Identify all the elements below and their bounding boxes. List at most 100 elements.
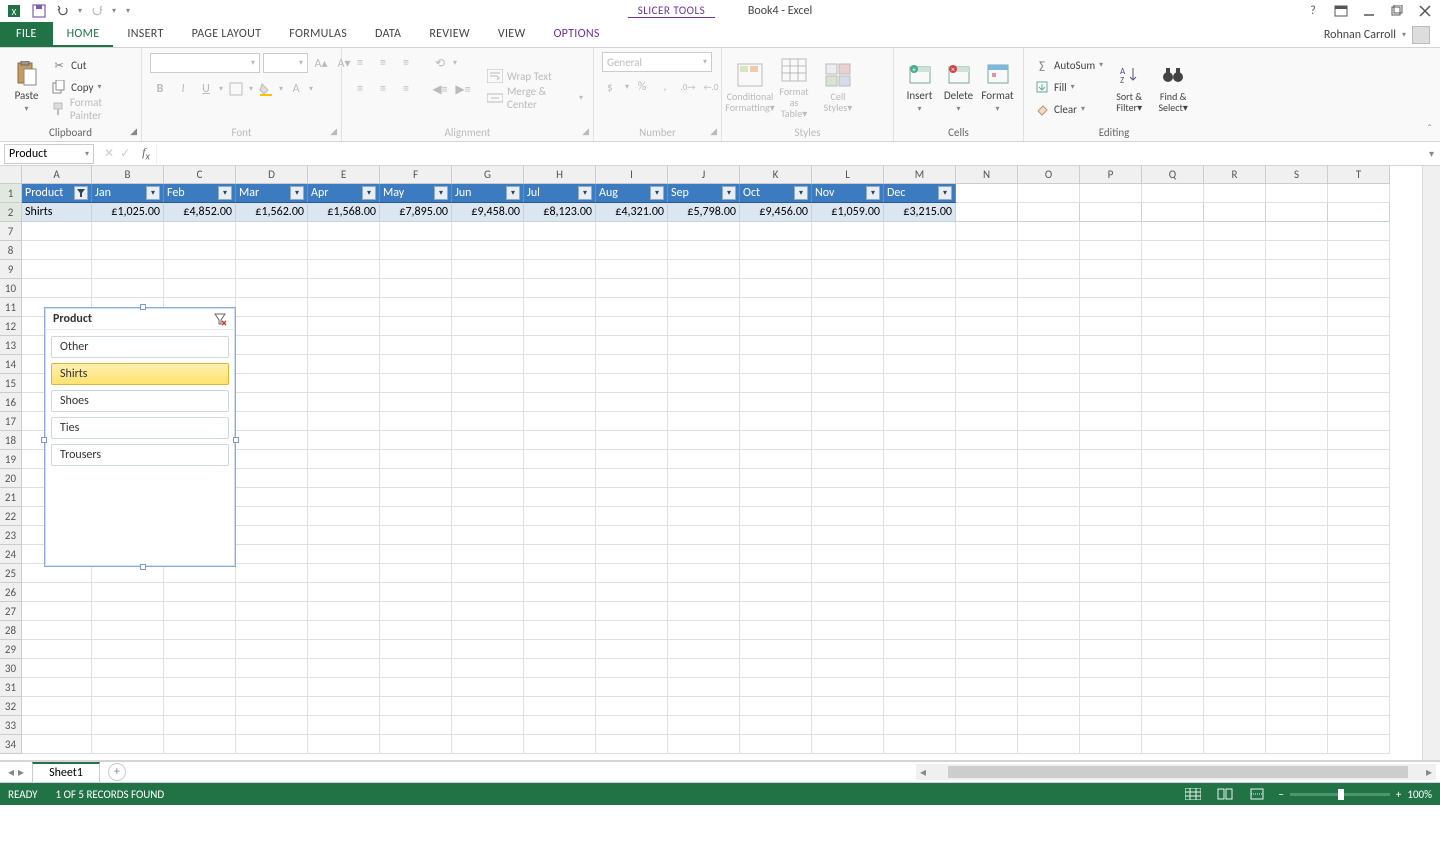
cell[interactable] bbox=[1080, 564, 1142, 583]
cell[interactable] bbox=[1018, 564, 1080, 583]
cell[interactable] bbox=[236, 507, 308, 526]
cell[interactable] bbox=[668, 431, 740, 450]
cell[interactable] bbox=[1018, 659, 1080, 678]
cell[interactable]: £8,123.00 bbox=[524, 203, 596, 222]
help-icon[interactable]: ? bbox=[1304, 2, 1322, 20]
cell[interactable] bbox=[812, 412, 884, 431]
cell[interactable] bbox=[1018, 393, 1080, 412]
cell[interactable] bbox=[1018, 450, 1080, 469]
cell[interactable] bbox=[452, 412, 524, 431]
cell[interactable] bbox=[740, 450, 812, 469]
cell[interactable] bbox=[380, 621, 452, 640]
cell[interactable] bbox=[1142, 507, 1204, 526]
cell[interactable] bbox=[956, 355, 1018, 374]
cell[interactable]: £1,562.00 bbox=[236, 203, 308, 222]
cell[interactable] bbox=[380, 374, 452, 393]
cell[interactable] bbox=[1142, 621, 1204, 640]
cell[interactable] bbox=[524, 583, 596, 602]
cell[interactable] bbox=[596, 602, 668, 621]
expand-formula-icon[interactable]: ▾ bbox=[1429, 147, 1434, 160]
cell[interactable] bbox=[668, 355, 740, 374]
cell[interactable] bbox=[956, 621, 1018, 640]
horizontal-scrollbar[interactable]: ◂▸ bbox=[916, 764, 1436, 780]
cell[interactable] bbox=[1204, 640, 1266, 659]
slicer-item[interactable]: Trousers bbox=[51, 444, 229, 466]
table-header-cell[interactable]: Jun▾ bbox=[452, 184, 524, 203]
cell[interactable] bbox=[452, 697, 524, 716]
row-header[interactable]: 32 bbox=[0, 697, 22, 716]
cell[interactable] bbox=[1328, 393, 1390, 412]
cell[interactable] bbox=[1204, 184, 1266, 203]
cell[interactable] bbox=[596, 678, 668, 697]
wrap-text-button[interactable]: Wrap Text bbox=[485, 66, 585, 86]
cell[interactable] bbox=[524, 222, 596, 241]
cell[interactable] bbox=[740, 317, 812, 336]
cell[interactable] bbox=[308, 545, 380, 564]
cell[interactable] bbox=[956, 412, 1018, 431]
cell[interactable] bbox=[956, 317, 1018, 336]
cell[interactable] bbox=[1328, 412, 1390, 431]
paste-dropdown-icon[interactable]: ▾ bbox=[25, 104, 29, 114]
cell[interactable] bbox=[1204, 583, 1266, 602]
filter-dropdown-icon[interactable]: ▾ bbox=[146, 186, 160, 200]
cell[interactable] bbox=[812, 507, 884, 526]
copy-button[interactable]: Copy▾ bbox=[49, 77, 133, 97]
row-header[interactable]: 25 bbox=[0, 564, 22, 583]
cell[interactable] bbox=[740, 545, 812, 564]
cell[interactable] bbox=[740, 298, 812, 317]
launcher-icon[interactable]: ◢ bbox=[130, 126, 137, 137]
table-header-cell[interactable]: Feb▾ bbox=[164, 184, 236, 203]
cell[interactable] bbox=[1328, 260, 1390, 279]
percent-icon[interactable]: % bbox=[632, 77, 652, 97]
cell[interactable] bbox=[1018, 469, 1080, 488]
cell[interactable] bbox=[1018, 602, 1080, 621]
cell[interactable] bbox=[668, 317, 740, 336]
column-header[interactable]: L bbox=[812, 166, 884, 184]
cell[interactable] bbox=[1142, 678, 1204, 697]
row-header[interactable]: 24 bbox=[0, 545, 22, 564]
cell[interactable] bbox=[884, 450, 956, 469]
cell[interactable] bbox=[380, 526, 452, 545]
cell[interactable] bbox=[1142, 659, 1204, 678]
cell[interactable] bbox=[956, 678, 1018, 697]
cell[interactable] bbox=[740, 526, 812, 545]
cell[interactable] bbox=[308, 469, 380, 488]
format-cells-button[interactable]: Format▾ bbox=[980, 52, 1015, 122]
cell[interactable] bbox=[668, 526, 740, 545]
filter-dropdown-icon[interactable]: ▾ bbox=[650, 186, 664, 200]
cell[interactable] bbox=[812, 279, 884, 298]
cell[interactable] bbox=[452, 336, 524, 355]
sort-filter-button[interactable]: AZSort &Filter▾ bbox=[1109, 52, 1149, 122]
cell[interactable] bbox=[1328, 583, 1390, 602]
slicer-item[interactable]: Ties bbox=[51, 417, 229, 439]
cell[interactable] bbox=[524, 640, 596, 659]
sheet-nav-next-icon[interactable]: ▸ bbox=[18, 765, 24, 780]
cell[interactable] bbox=[596, 735, 668, 754]
tab-options[interactable]: OPTIONS bbox=[539, 22, 613, 47]
cell[interactable] bbox=[884, 716, 956, 735]
cell[interactable] bbox=[308, 488, 380, 507]
cell[interactable] bbox=[884, 697, 956, 716]
cell[interactable] bbox=[812, 659, 884, 678]
cell[interactable] bbox=[308, 298, 380, 317]
cell[interactable] bbox=[740, 488, 812, 507]
cell[interactable] bbox=[1080, 317, 1142, 336]
cell[interactable] bbox=[1266, 279, 1328, 298]
cell[interactable] bbox=[1328, 241, 1390, 260]
cell[interactable] bbox=[524, 602, 596, 621]
cell[interactable] bbox=[308, 659, 380, 678]
column-header[interactable]: N bbox=[956, 166, 1018, 184]
filter-dropdown-icon[interactable]: ▾ bbox=[722, 186, 736, 200]
cell[interactable] bbox=[164, 716, 236, 735]
column-header[interactable]: A bbox=[22, 166, 92, 184]
cell[interactable] bbox=[1204, 735, 1266, 754]
cell[interactable] bbox=[380, 545, 452, 564]
cell[interactable] bbox=[812, 735, 884, 754]
cell[interactable] bbox=[668, 640, 740, 659]
cell[interactable] bbox=[236, 469, 308, 488]
cell[interactable] bbox=[22, 678, 92, 697]
cell[interactable] bbox=[1204, 678, 1266, 697]
cell[interactable] bbox=[956, 659, 1018, 678]
cell[interactable] bbox=[524, 507, 596, 526]
cell[interactable] bbox=[524, 393, 596, 412]
